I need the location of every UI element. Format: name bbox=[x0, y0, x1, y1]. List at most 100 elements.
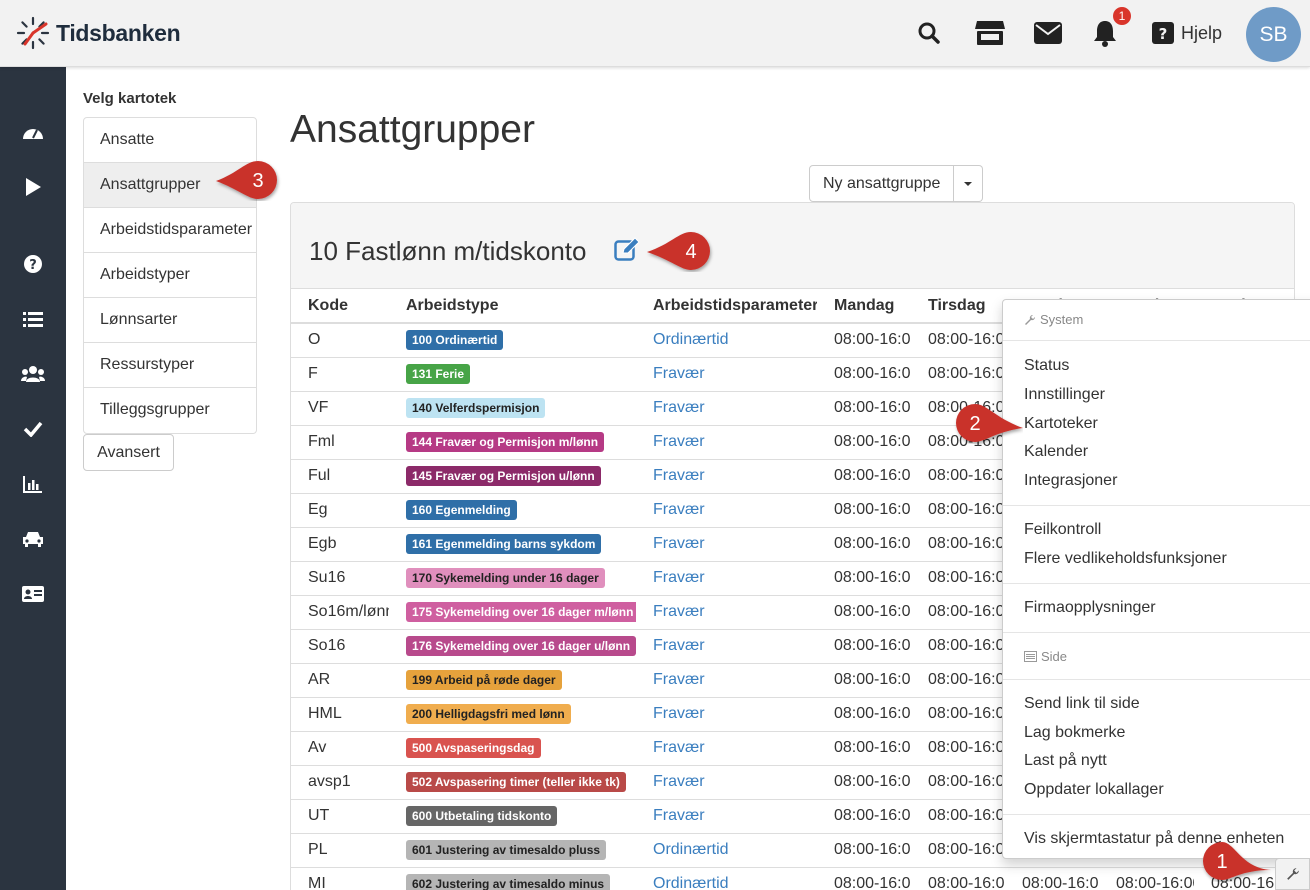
menu-item-kartoteker[interactable]: Kartoteker bbox=[1024, 415, 1098, 433]
brand-logo[interactable]: Tidsbanken bbox=[16, 16, 181, 50]
sidebar-item-list[interactable] bbox=[21, 307, 45, 331]
cell-kode: HML bbox=[291, 696, 389, 731]
new-group-dropdown-toggle[interactable] bbox=[954, 165, 984, 202]
cell-arbeidstype: 200 Helligdagsfri med lønn bbox=[389, 696, 636, 731]
store-icon bbox=[975, 21, 1005, 45]
check-icon bbox=[23, 421, 43, 437]
menu-divider bbox=[1003, 583, 1310, 584]
store-button[interactable] bbox=[973, 18, 1007, 48]
menu-item-feilkontroll[interactable]: Feilkontroll bbox=[1024, 521, 1101, 539]
worktype-badge: 176 Sykemelding over 16 dager u/lønn bbox=[406, 636, 636, 656]
kartotek-item-ressurstyper[interactable]: Ressurstyper bbox=[84, 343, 256, 388]
cell-parameter-link[interactable]: Fravær bbox=[636, 424, 817, 459]
cell-tue: 08:00-16:00 bbox=[911, 764, 1005, 799]
cell-parameter-link[interactable]: Fravær bbox=[636, 390, 817, 425]
advanced-button[interactable]: Avansert bbox=[83, 434, 174, 471]
cell-parameter-link[interactable]: Fravær bbox=[636, 458, 817, 493]
cell-tue: 08:00-16:00 bbox=[911, 730, 1005, 765]
cell-kode: avsp1 bbox=[291, 764, 389, 799]
play-icon bbox=[26, 178, 41, 196]
menu-item-reload[interactable]: Last på nytt bbox=[1024, 752, 1107, 770]
bar-chart-icon bbox=[23, 476, 42, 493]
kartotek-item-tilleggsgrupper[interactable]: Tilleggsgrupper bbox=[84, 388, 256, 433]
cell-arbeidstype: 601 Justering av timesaldo pluss bbox=[389, 832, 636, 867]
column-header[interactable]: Kode bbox=[291, 289, 389, 324]
cell-parameter-link[interactable]: Fravær bbox=[636, 492, 817, 527]
cell-arbeidstype: 175 Sykemelding over 16 dager m/lønn bbox=[389, 594, 636, 629]
cell-parameter-link[interactable]: Fravær bbox=[636, 526, 817, 561]
table-row[interactable]: MI 602 Justering av timesaldo minus Ordinæ… bbox=[291, 866, 1294, 890]
kartotek-item-ansatte[interactable]: Ansatte bbox=[84, 118, 256, 163]
sidebar-item-id-card[interactable] bbox=[21, 582, 45, 606]
cell-arbeidstype: 176 Sykemelding over 16 dager u/lønn bbox=[389, 628, 636, 663]
column-header[interactable]: Arbeidstype bbox=[389, 289, 636, 324]
menu-item-firmaopplysninger[interactable]: Firmaopplysninger bbox=[1024, 599, 1156, 617]
cell-kode: F bbox=[291, 356, 389, 391]
system-menu: System Status Innstillinger Kartoteker K… bbox=[1002, 299, 1310, 859]
worktype-badge: 131 Ferie bbox=[406, 364, 471, 384]
sidebar-item-help[interactable]: ? bbox=[21, 252, 45, 276]
edit-group-button[interactable] bbox=[614, 237, 640, 266]
menu-item-integrasjoner[interactable]: Integrasjoner bbox=[1024, 472, 1117, 490]
page-icon bbox=[1024, 651, 1037, 662]
sidebar-item-play[interactable] bbox=[21, 175, 45, 199]
cell-kode: UT bbox=[291, 798, 389, 833]
svg-text:?: ? bbox=[29, 258, 37, 273]
cell-parameter-link[interactable]: Fravær bbox=[636, 764, 817, 799]
menu-item-status[interactable]: Status bbox=[1024, 357, 1069, 375]
cell-arbeidstype: 502 Avspasering timer (teller ikke tk) bbox=[389, 764, 636, 799]
search-button[interactable] bbox=[914, 18, 944, 48]
cell-parameter-link[interactable]: Ordinærtid bbox=[636, 832, 817, 867]
cell-parameter-link[interactable]: Fravær bbox=[636, 594, 817, 629]
cell-tue: 08:00-16:00 bbox=[911, 356, 1005, 391]
avatar[interactable]: SB bbox=[1246, 7, 1301, 62]
cell-kode: So16m/lønn bbox=[291, 594, 389, 629]
menu-divider bbox=[1003, 632, 1310, 633]
callout-marker: 1 bbox=[1201, 840, 1273, 882]
cell-parameter-link[interactable]: Fravær bbox=[636, 696, 817, 731]
sidebar-item-approve[interactable] bbox=[21, 417, 45, 441]
new-group-button[interactable]: Ny ansattgruppe bbox=[809, 165, 955, 202]
callout-label: 3 bbox=[252, 170, 263, 192]
column-header[interactable]: Tirsdag bbox=[911, 289, 1005, 324]
cell-parameter-link[interactable]: Fravær bbox=[636, 560, 817, 595]
cell-parameter-link[interactable]: Ordinærtid bbox=[636, 866, 817, 890]
cell-tue: 08:00-16:00 bbox=[911, 492, 1005, 527]
cell-kode: Eg bbox=[291, 492, 389, 527]
cell-parameter-link[interactable]: Fravær bbox=[636, 356, 817, 391]
system-menu-header: System bbox=[1024, 312, 1083, 327]
sidebar-item-car[interactable] bbox=[21, 527, 45, 551]
help-label[interactable]: Hjelp bbox=[1181, 23, 1222, 44]
messages-button[interactable] bbox=[1033, 18, 1063, 48]
cell-parameter-link[interactable]: Fravær bbox=[636, 730, 817, 765]
menu-item-bokmerke[interactable]: Lag bokmerke bbox=[1024, 724, 1125, 742]
sidebar-item-users[interactable] bbox=[21, 362, 45, 386]
worktype-badge: 160 Egenmelding bbox=[406, 500, 517, 520]
worktype-badge: 161 Egenmelding barns sykdom bbox=[406, 534, 602, 554]
column-header[interactable]: Mandag bbox=[817, 289, 911, 324]
menu-item-kalender[interactable]: Kalender bbox=[1024, 443, 1088, 461]
cell-mon: 08:00-16:00 bbox=[817, 832, 911, 867]
menu-item-send-link[interactable]: Send link til side bbox=[1024, 695, 1140, 713]
menu-item-update-storage[interactable]: Oppdater lokallager bbox=[1024, 781, 1164, 799]
wrench-icon bbox=[1025, 314, 1036, 325]
system-menu-toggle[interactable] bbox=[1275, 858, 1310, 890]
cell-parameter-link[interactable]: Fravær bbox=[636, 628, 817, 663]
column-header[interactable]: Arbeidstidsparameter bbox=[636, 289, 817, 324]
sidebar-item-reports[interactable] bbox=[21, 472, 45, 496]
menu-item-innstillinger[interactable]: Innstillinger bbox=[1024, 386, 1105, 404]
menu-item-vedlikehold[interactable]: Flere vedlikeholdsfunksjoner bbox=[1024, 550, 1227, 568]
cell-mon: 08:00-16:00 bbox=[817, 866, 911, 890]
help-button[interactable]: ? bbox=[1148, 18, 1178, 48]
kartotek-item-arbeidstyper[interactable]: Arbeidstyper bbox=[84, 253, 256, 298]
cell-arbeidstype: 600 Utbetaling tidskonto bbox=[389, 798, 636, 833]
cell-tue: 08:00-16:00 bbox=[911, 696, 1005, 731]
cell-parameter-link[interactable]: Ordinærtid bbox=[636, 322, 817, 357]
sidebar-item-dashboard[interactable] bbox=[21, 120, 45, 144]
menu-divider bbox=[1003, 505, 1310, 506]
kartotek-item-arbeidstidsparameter[interactable]: Arbeidstidsparameter bbox=[84, 208, 256, 253]
cell-parameter-link[interactable]: Fravær bbox=[636, 798, 817, 833]
cell-parameter-link[interactable]: Fravær bbox=[636, 662, 817, 697]
cell-wed: 08:00-16:00 bbox=[1005, 866, 1099, 890]
kartotek-item-lonnsarter[interactable]: Lønnsarter bbox=[84, 298, 256, 343]
